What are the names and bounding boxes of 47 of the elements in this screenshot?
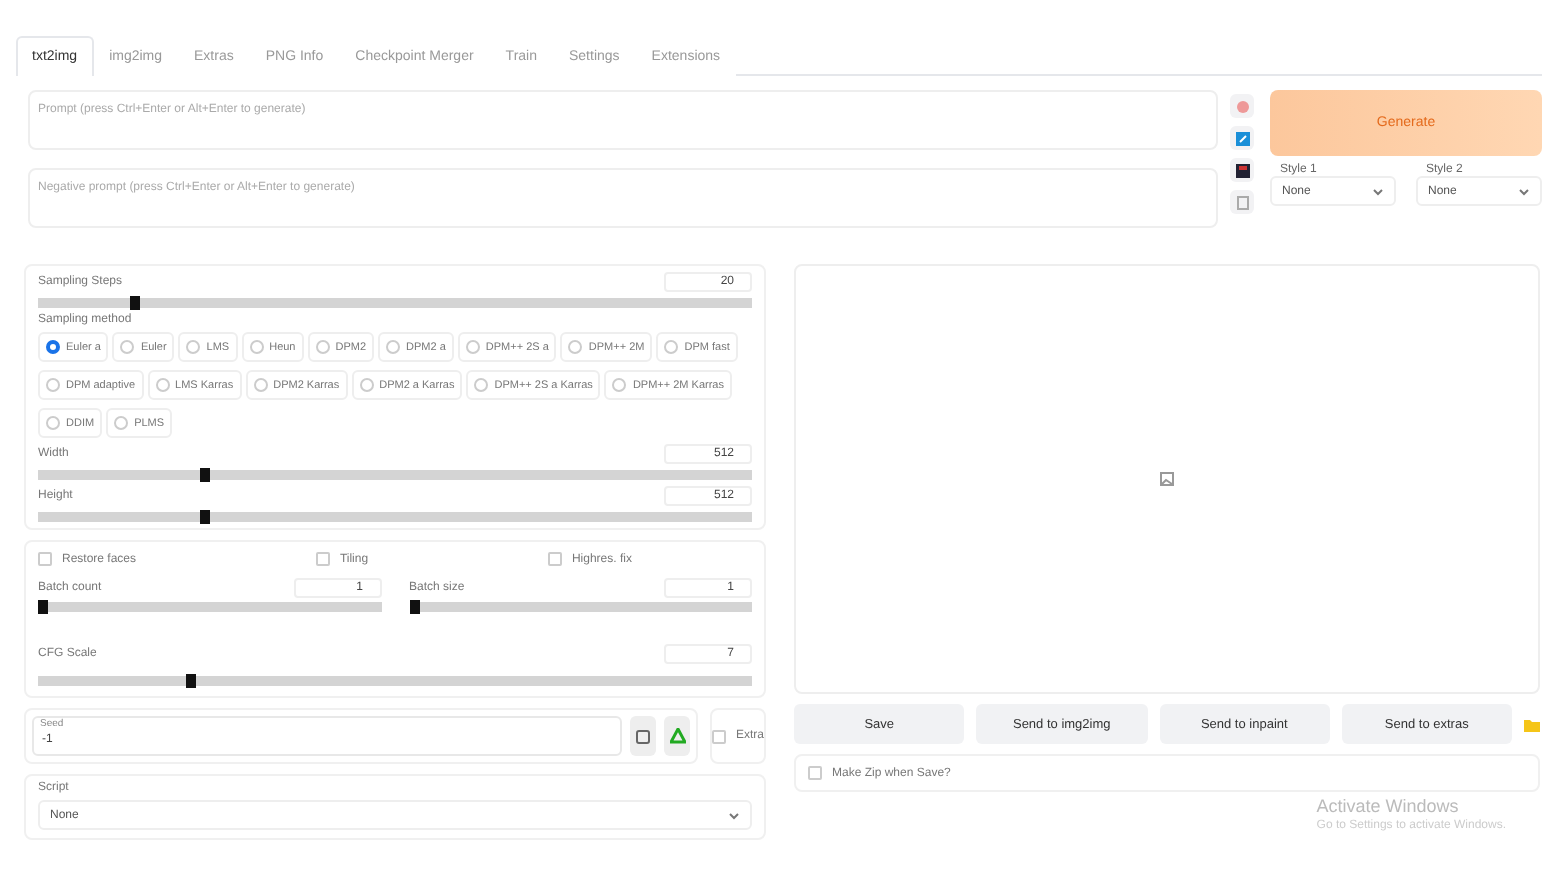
save-icon[interactable] bbox=[1230, 158, 1254, 182]
slider-thumb[interactable] bbox=[199, 468, 210, 482]
checkbox[interactable] bbox=[38, 552, 52, 566]
edit-icon[interactable] bbox=[1230, 126, 1254, 150]
slider-track[interactable] bbox=[38, 298, 752, 308]
radio-button[interactable] bbox=[46, 378, 60, 392]
slider-thumb[interactable] bbox=[185, 674, 196, 688]
slider-track[interactable] bbox=[38, 470, 752, 480]
slider-track[interactable] bbox=[38, 676, 752, 686]
radio-button[interactable] bbox=[612, 378, 627, 392]
dice-icon bbox=[636, 729, 650, 743]
radio-button[interactable] bbox=[568, 340, 583, 354]
radio-button[interactable] bbox=[46, 340, 60, 354]
radio-button[interactable] bbox=[249, 340, 264, 354]
slider-thumb[interactable] bbox=[38, 600, 48, 614]
radio-button[interactable] bbox=[155, 378, 170, 392]
slider-thumb[interactable] bbox=[199, 510, 210, 524]
checkbox[interactable] bbox=[808, 766, 822, 780]
radio-button[interactable] bbox=[474, 378, 489, 392]
checkbox[interactable] bbox=[315, 552, 330, 566]
radio-button[interactable] bbox=[664, 340, 679, 354]
radio-button[interactable] bbox=[186, 340, 201, 354]
slider-thumb[interactable] bbox=[129, 296, 140, 310]
chevron-icon bbox=[1518, 187, 1530, 195]
chevron-icon bbox=[1372, 187, 1384, 195]
image-icon bbox=[1160, 472, 1174, 486]
recycle-button[interactable] bbox=[664, 716, 690, 756]
clipboard-icon[interactable] bbox=[1230, 190, 1254, 214]
slider-track[interactable] bbox=[409, 602, 752, 612]
checkbox[interactable] bbox=[712, 729, 726, 743]
slider-thumb[interactable] bbox=[409, 600, 419, 614]
folder-icon[interactable] bbox=[1524, 717, 1540, 731]
radio-button[interactable] bbox=[253, 378, 268, 392]
checkbox[interactable] bbox=[547, 552, 562, 566]
triangle-icon bbox=[669, 728, 685, 744]
radio-button[interactable] bbox=[359, 378, 374, 392]
radio-button[interactable] bbox=[46, 416, 60, 430]
radio-button[interactable] bbox=[465, 340, 480, 354]
radio-button[interactable] bbox=[386, 340, 401, 354]
activation-title: Activate Windows bbox=[1316, 796, 1461, 816]
chevron-icon bbox=[728, 811, 740, 819]
radio-button[interactable] bbox=[315, 340, 330, 354]
radio-button[interactable] bbox=[120, 340, 135, 354]
slider-track[interactable] bbox=[38, 512, 752, 522]
dice-button[interactable] bbox=[630, 716, 656, 756]
radio-button[interactable] bbox=[114, 416, 129, 430]
slider-track[interactable] bbox=[38, 602, 381, 612]
